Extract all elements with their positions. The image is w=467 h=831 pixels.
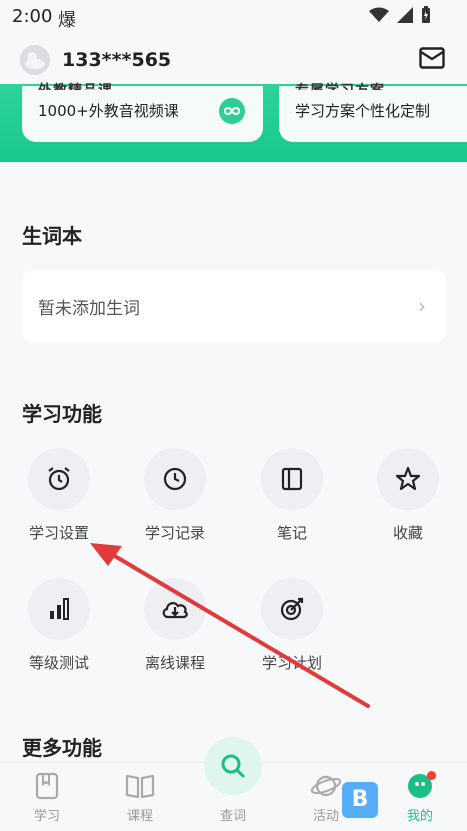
notebook-icon: [281, 467, 303, 491]
feature-study-plan[interactable]: 学习计划: [237, 578, 347, 673]
feature-label: 学习记录: [144, 524, 205, 542]
book-icon: [35, 772, 59, 800]
feature-study-settings[interactable]: 学习设置: [4, 448, 114, 543]
feature-label: 等级测试: [28, 654, 89, 672]
main-content: 生词本 暂未添加生词 › 学习功能 学习设置 学习记录 笔记 收藏 等级测试 离…: [0, 162, 467, 762]
tab-study[interactable]: 学习: [2, 771, 92, 824]
chevron-right-icon: ›: [418, 294, 426, 318]
features-section-title: 学习功能: [22, 402, 102, 426]
feature-label: 离线课程: [144, 654, 205, 672]
tab-label: 学习: [33, 809, 60, 824]
feature-offline-courses[interactable]: 离线课程: [120, 578, 230, 673]
feature-icon-bg: [144, 578, 206, 640]
feature-label: 学习设置: [28, 524, 89, 542]
feature-icon-bg: [28, 448, 90, 510]
status-bar: 2:00 爆: [0, 0, 467, 32]
profile-header: 133***565: [0, 36, 467, 84]
feature-label: 笔记: [276, 524, 307, 542]
avatar[interactable]: [20, 45, 50, 75]
open-book-icon: [125, 774, 155, 799]
promo-card-title: 外教精品课: [38, 80, 113, 90]
alarm-clock-icon: [48, 467, 70, 491]
search-icon: [221, 754, 245, 778]
vocab-card[interactable]: 暂未添加生词 ›: [22, 270, 446, 342]
feature-icon-bg: [261, 448, 323, 510]
feature-icon-bg: [28, 578, 90, 640]
signal-icon: [397, 7, 413, 23]
cloud-download-icon: [162, 602, 188, 619]
tab-mine[interactable]: 我的: [375, 771, 465, 824]
feature-label: 学习计划: [261, 654, 322, 672]
feature-notes[interactable]: 笔记: [237, 448, 347, 543]
feature-icon-bg: [144, 448, 206, 510]
promo-card-plan[interactable]: 专属学习方案 学习方案个性化定制: [279, 83, 467, 142]
feature-label: 收藏: [392, 524, 423, 542]
mail-icon[interactable]: [419, 47, 445, 69]
feature-level-test[interactable]: 等级测试: [4, 578, 114, 673]
lookup-search-button[interactable]: [204, 737, 262, 795]
battery-icon: [422, 6, 430, 23]
more-section-title: 更多功能: [22, 736, 102, 760]
vocab-empty-text: 暂未添加生词: [38, 299, 140, 319]
watermark-logo: B: [342, 782, 378, 818]
feature-icon-bg: [377, 448, 439, 510]
notification-dot: [427, 771, 436, 780]
user-phone[interactable]: 133***565: [62, 49, 171, 71]
feature-icon-bg: [261, 578, 323, 640]
promo-card-subtitle: 1000+外教音视频课: [38, 102, 179, 120]
status-icons: [369, 6, 431, 24]
feature-favorites[interactable]: 收藏: [353, 448, 463, 543]
status-time: 2:00: [12, 6, 53, 27]
promo-card-title: 专属学习方案: [295, 80, 385, 90]
feature-study-record[interactable]: 学习记录: [120, 448, 230, 543]
status-notification: 爆: [58, 10, 76, 31]
tab-courses[interactable]: 课程: [95, 771, 185, 824]
tab-label: 我的: [406, 809, 433, 824]
tab-label: 查词: [219, 809, 246, 824]
promo-card-video[interactable]: 外教精品课 1000+外教音视频课: [22, 83, 263, 142]
infinity-icon: [219, 98, 245, 124]
promo-card-subtitle: 学习方案个性化定制: [295, 102, 431, 120]
planet-icon: [310, 775, 342, 797]
target-icon: [280, 597, 304, 621]
star-icon: [395, 466, 421, 491]
tab-label: 课程: [126, 809, 153, 824]
wifi-icon: [369, 7, 389, 22]
bar-chart-icon: [50, 598, 69, 620]
vocab-section-title: 生词本: [22, 224, 82, 248]
clock-icon: [163, 467, 187, 491]
